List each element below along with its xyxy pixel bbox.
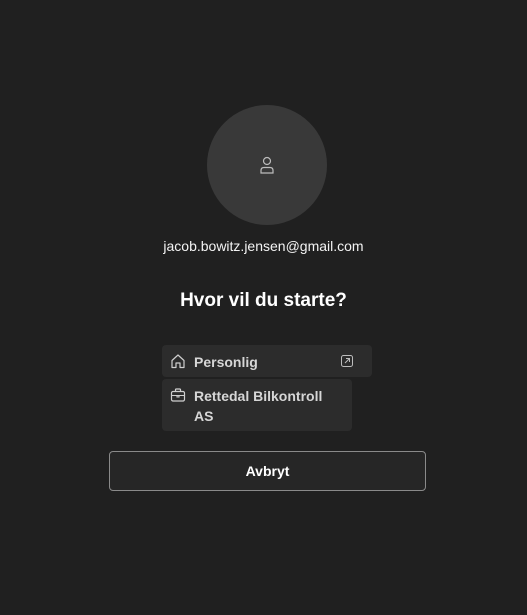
home-icon [171,354,185,369]
open-external-icon [341,355,353,367]
account-email: jacob.bowitz.jensen@gmail.com [163,238,364,254]
person-icon [260,156,274,174]
option-work-account-label: Rettedal Bilkontroll AS [194,388,323,424]
avatar [207,105,327,225]
option-work-account[interactable]: Rettedal Bilkontroll AS [162,379,352,431]
option-personal[interactable]: Personlig [162,345,372,377]
briefcase-icon [170,388,186,402]
page-title: Hvor vil du starte? [180,290,347,311]
option-personal-label: Personlig [194,354,258,370]
cancel-button[interactable]: Avbryt [109,451,426,491]
